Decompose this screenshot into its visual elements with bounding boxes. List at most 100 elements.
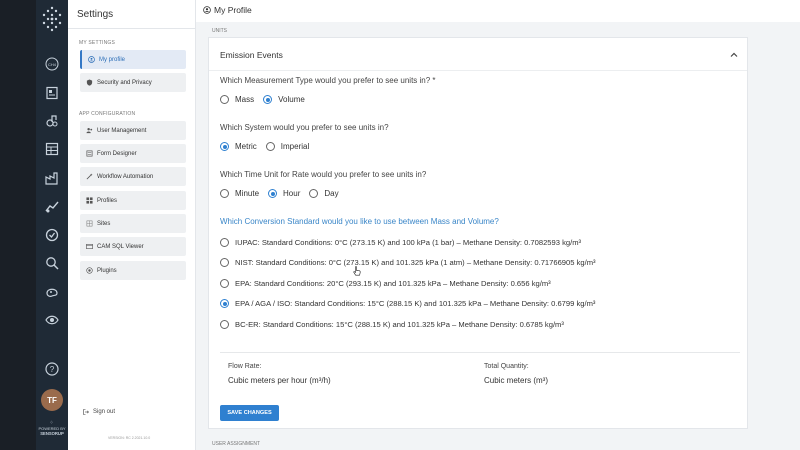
time-unit-options: Minute Hour Day: [220, 189, 348, 198]
sidebar-item-label: Sites: [97, 220, 111, 227]
sidebar-item-profiles[interactable]: Profiles: [80, 191, 186, 210]
sidebar-title: Settings: [77, 9, 114, 20]
user-avatar[interactable]: TF: [41, 389, 63, 411]
sidebar-item-plugins[interactable]: Plugins: [80, 261, 186, 280]
radio-label: IUPAC: Standard Conditions: 0°C (273.15 …: [235, 238, 582, 247]
emission-icon[interactable]: [36, 107, 68, 135]
sidebar-item-label: Form Designer: [97, 150, 137, 157]
radio-button[interactable]: [220, 258, 229, 267]
section-label-app-config: APP CONFIGURATION: [79, 111, 136, 117]
wand-icon: [86, 173, 93, 180]
settings-sidebar: Settings MY SETTINGS My profile Security…: [68, 0, 196, 450]
save-changes-button[interactable]: SAVE CHANGES: [220, 405, 279, 421]
help-icon[interactable]: ?: [45, 362, 59, 376]
sign-out-link[interactable]: Sign out: [83, 409, 115, 415]
factory-icon[interactable]: [36, 164, 68, 192]
radio-epa-aga-iso[interactable]: EPA / AGA / ISO: Standard Conditions: 15…: [220, 299, 595, 308]
map-icon[interactable]: [36, 277, 68, 305]
radio-button[interactable]: [268, 189, 278, 198]
sidebar-item-workflow-automation[interactable]: Workflow Automation: [80, 167, 186, 186]
app-logo-icon[interactable]: [40, 6, 64, 32]
radio-button[interactable]: [220, 279, 229, 288]
radio-label: Volume: [278, 95, 305, 104]
total-quantity-label: Total Quantity:: [484, 363, 529, 370]
radio-label: EPA / AGA / ISO: Standard Conditions: 15…: [235, 299, 596, 308]
sidebar-item-label: Plugins: [97, 267, 117, 274]
shield-icon: [86, 79, 93, 86]
top-bar: My Profile: [196, 0, 800, 22]
measurement-type-question: Which Measurement Type would you prefer …: [220, 76, 436, 85]
radio-imperial[interactable]: Imperial: [265, 142, 310, 151]
sign-out-label: Sign out: [93, 409, 116, 415]
radio-button[interactable]: [220, 95, 229, 104]
radio-button[interactable]: [265, 142, 275, 151]
table-icon[interactable]: [36, 135, 68, 163]
radio-button[interactable]: [309, 189, 319, 198]
radio-iupac[interactable]: IUPAC: Standard Conditions: 0°C (273.15 …: [220, 238, 581, 247]
measurement-type-options: Mass Volume: [220, 95, 314, 104]
hand-cursor-icon: [353, 266, 361, 276]
report-icon[interactable]: [36, 78, 68, 106]
sidebar-item-cam-sql-viewer[interactable]: CAM SQL Viewer: [80, 237, 186, 256]
divider: [68, 28, 196, 29]
conversion-standard-question: Which Conversion Standard would you like…: [220, 217, 499, 226]
version-text: VERSION: RC 2.2021.10.0: [108, 436, 151, 440]
radio-button[interactable]: [263, 95, 273, 104]
brand-name: SENSORUP: [40, 431, 64, 436]
page-title-text: My Profile: [214, 5, 252, 15]
app-rail: CH4 ? TF ⁘ POWERED BY SENSORUP: [0, 0, 68, 450]
radio-label: Metric: [235, 142, 257, 151]
sidebar-item-user-management[interactable]: User Management: [80, 121, 186, 140]
radio-day[interactable]: Day: [309, 189, 339, 198]
avatar-initials: TF: [47, 395, 57, 405]
system-options: Metric Imperial: [220, 142, 318, 151]
radio-minute[interactable]: Minute: [220, 189, 259, 198]
radio-label: BC-ER: Standard Conditions: 15°C (288.15…: [235, 320, 564, 329]
radio-volume[interactable]: Volume: [263, 95, 305, 104]
radio-label: Minute: [235, 189, 260, 198]
divider: [220, 352, 740, 353]
flow-rate-label: Flow Rate:: [228, 363, 262, 370]
sign-out-icon: [83, 409, 89, 415]
user-circle-icon: [88, 56, 95, 63]
radio-label: Imperial: [280, 142, 310, 151]
sidebar-item-form-designer[interactable]: Form Designer: [80, 144, 186, 163]
radio-bc-er[interactable]: BC-ER: Standard Conditions: 15°C (288.15…: [220, 320, 564, 329]
ghg-icon[interactable]: CH4: [36, 50, 68, 78]
page-title: My Profile: [203, 5, 252, 15]
section-label-user-assignment: USER ASSIGNMENT: [212, 441, 261, 447]
radio-hour[interactable]: Hour: [268, 189, 300, 198]
powered-by: ⁘ POWERED BY SENSORUP: [36, 421, 68, 437]
checklist-icon[interactable]: [36, 220, 68, 248]
svg-text:?: ?: [50, 365, 55, 374]
radio-mass[interactable]: Mass: [220, 95, 254, 104]
sites-icon: [86, 220, 93, 227]
chevron-up-icon[interactable]: [729, 50, 739, 60]
plugin-icon: [86, 267, 93, 274]
radio-button[interactable]: [220, 189, 229, 198]
sidebar-item-security[interactable]: Security and Privacy: [80, 73, 186, 92]
total-quantity-value: Cubic meters (m³): [484, 376, 549, 385]
sidebar-item-my-profile[interactable]: My profile: [80, 50, 186, 69]
radio-label: EPA: Standard Conditions: 20°C (293.15 K…: [235, 279, 551, 288]
search-icon[interactable]: [36, 249, 68, 277]
chart-icon[interactable]: [36, 192, 68, 220]
sidebar-item-sites[interactable]: Sites: [80, 214, 186, 233]
radio-metric[interactable]: Metric: [220, 142, 257, 151]
sidebar-item-label: Profiles: [97, 197, 118, 204]
radio-label: Mass: [235, 95, 255, 104]
sidebar-item-label: User Management: [97, 127, 147, 134]
radio-epa[interactable]: EPA: Standard Conditions: 20°C (293.15 K…: [220, 279, 551, 288]
card-header[interactable]: Emission Events: [209, 38, 747, 71]
radio-button[interactable]: [220, 299, 229, 308]
radio-button[interactable]: [220, 142, 229, 151]
system-question: Which System would you prefer to see uni…: [220, 123, 389, 132]
emission-events-card: Emission Events Which Measurement Type w…: [208, 37, 748, 429]
radio-button[interactable]: [220, 320, 229, 329]
radio-button[interactable]: [220, 238, 229, 247]
card-title: Emission Events: [220, 50, 283, 60]
radio-nist[interactable]: NIST: Standard Conditions: 0°C (273.15 K…: [220, 258, 596, 267]
rail-strip: [0, 0, 36, 450]
eye-icon[interactable]: [36, 306, 68, 334]
section-label-my-settings: MY SETTINGS: [79, 40, 116, 46]
